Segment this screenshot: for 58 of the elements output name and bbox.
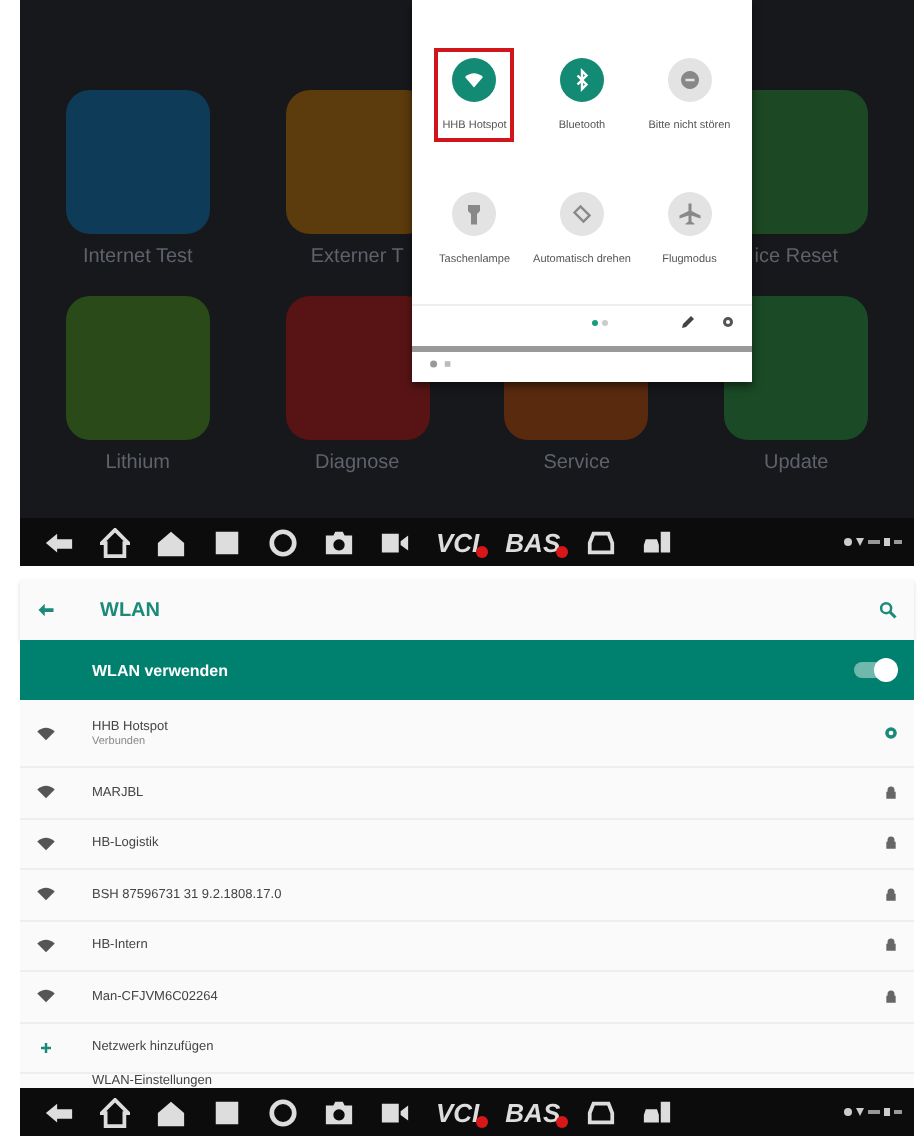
toggle-switch[interactable] [854,662,894,678]
lock-icon [884,938,898,953]
settings-icon[interactable] [720,314,736,330]
house-icon[interactable] [156,1097,186,1127]
master-switch-bar[interactable]: WLAN verwenden [20,640,914,700]
app-label: ice Reset [754,246,838,268]
lock-icon [884,989,898,1004]
car-computer-icon[interactable] [642,527,673,557]
edit-icon[interactable] [680,314,696,330]
wifi-icon [36,835,56,852]
home-icon[interactable] [100,527,130,557]
search-icon[interactable] [878,600,898,620]
quick-toggle[interactable] [452,192,497,236]
settings-icon[interactable] [884,726,898,740]
house-icon[interactable] [156,527,186,557]
plus-icon [36,1039,56,1056]
app-tile[interactable] [285,296,430,440]
app-tile[interactable] [65,90,210,234]
quick-toggle[interactable] [667,192,712,236]
switch-label: WLAN verwenden [92,661,229,679]
quick-toggle[interactable] [667,58,712,102]
page-indicator [592,319,608,325]
car-computer-icon[interactable] [642,1097,673,1127]
app-label: Internet Test [82,246,193,268]
car-icon[interactable] [586,1097,617,1127]
app-label: Update [764,452,829,474]
wifi-icon [36,784,56,801]
status-icons [842,536,902,548]
home-icon[interactable] [100,1097,130,1127]
wifi-icon [36,725,56,741]
back-arrow-icon[interactable] [36,600,56,620]
wifi-icon [36,937,56,954]
square-icon[interactable] [212,527,242,557]
wifi-icon [36,886,56,903]
lock-icon [884,785,898,800]
status-icons [842,1106,902,1118]
mini-icons [428,358,456,370]
app-label: Externer T [310,246,404,268]
camera-icon[interactable] [324,1097,354,1127]
lock-icon [884,836,898,851]
camera-icon[interactable] [324,527,354,557]
circle-icon[interactable] [268,527,298,557]
wifi-icon [36,988,56,1005]
app-label: Service [543,452,611,474]
lock-icon [884,887,898,902]
app-tile[interactable] [65,296,210,440]
airplane-icon [677,202,702,226]
wifi-icon [462,68,487,92]
rotate-icon [569,202,594,226]
app-label: Diagnose [314,452,400,474]
app-label: Lithium [105,452,170,474]
quick-toggle[interactable] [559,192,604,236]
quick-toggle[interactable] [452,58,497,102]
screen-title: WLAN [100,599,160,621]
circle-icon[interactable] [268,1097,298,1127]
car-icon[interactable] [586,527,617,557]
quick-toggle[interactable] [559,58,604,102]
square-icon[interactable] [212,1097,242,1127]
